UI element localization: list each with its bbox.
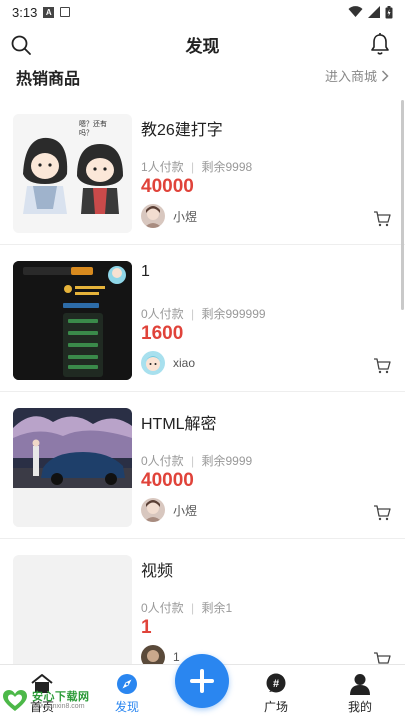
product-thumbnail xyxy=(13,555,132,664)
bell-icon xyxy=(371,33,389,55)
battery-icon xyxy=(385,5,393,18)
stock-count: 剩余9998 xyxy=(201,160,253,174)
wifi-icon xyxy=(348,6,363,17)
product-price: 1 xyxy=(141,617,152,638)
stats-separator: | xyxy=(191,601,195,615)
add-to-cart-button[interactable] xyxy=(373,505,391,521)
seller-name: 1 xyxy=(173,650,180,664)
hot-products-section-header: 热销商品 进入商城 xyxy=(0,62,405,88)
paid-count: 0人付款 xyxy=(141,307,184,321)
product-name: 视频 xyxy=(141,563,174,580)
seller-name: 小煜 xyxy=(173,503,198,518)
section-title: 热销商品 xyxy=(16,71,81,88)
product-list[interactable]: 嗯？还有吗？ 教26建打字 1人付款 | 剩余9998 40000 小煜 1 0… xyxy=(0,98,405,664)
cart-icon xyxy=(374,211,391,227)
seller-avatar xyxy=(141,498,165,522)
watermark-url: www.anxin8.com xyxy=(32,703,85,710)
seller-name: xiao xyxy=(173,356,196,370)
watermark-heart-icon xyxy=(3,690,27,711)
compass-icon xyxy=(117,674,137,694)
svg-text:#: # xyxy=(273,678,279,690)
page-title: 发现 xyxy=(185,37,220,56)
seller-avatar xyxy=(141,645,165,664)
nav-plaza[interactable]: # 广场 xyxy=(246,665,306,720)
product-name: 教26建打字 xyxy=(141,122,223,139)
seller-info[interactable]: xiao xyxy=(141,351,195,375)
paid-count: 0人付款 xyxy=(141,454,184,468)
seller-info[interactable]: 1 xyxy=(141,645,180,664)
product-item[interactable]: HTML解密 0人付款 | 剩余9999 40000 小煜 xyxy=(0,392,405,539)
notification-window-icon xyxy=(60,7,71,17)
nav-plaza-label: 广场 xyxy=(263,700,288,714)
watermark-title: 安心下载网 xyxy=(32,691,90,703)
product-price: 40000 xyxy=(141,176,194,197)
user-icon xyxy=(350,674,370,695)
cart-icon xyxy=(374,358,391,374)
notification-a-icon: A xyxy=(43,6,55,18)
paid-count: 0人付款 xyxy=(141,601,184,615)
product-stats: 0人付款 | 剩余9999 xyxy=(141,452,252,469)
create-post-button[interactable] xyxy=(175,654,229,708)
paid-count: 1人付款 xyxy=(141,160,184,174)
enter-mall-label: 进入商城 xyxy=(324,69,377,84)
stats-separator: | xyxy=(191,307,195,321)
stats-separator: | xyxy=(191,160,195,174)
product-name: HTML解密 xyxy=(141,416,217,433)
stock-count: 剩余999999 xyxy=(201,307,266,321)
seller-name: 小煜 xyxy=(173,209,198,224)
hashtag-icon: # xyxy=(266,673,286,693)
status-bar: 3:13 A xyxy=(0,0,405,24)
chevron-right-icon xyxy=(381,69,389,82)
scrollbar[interactable] xyxy=(401,100,404,310)
product-stats: 1人付款 | 剩余9998 xyxy=(141,158,252,175)
seller-avatar xyxy=(141,351,165,375)
product-item[interactable]: 1 0人付款 | 剩余999999 1600 xiao xyxy=(0,245,405,392)
enter-mall-link[interactable]: 进入商城 xyxy=(325,66,389,85)
nav-mine-label: 我的 xyxy=(347,700,372,714)
product-price: 1600 xyxy=(141,323,184,344)
stock-count: 剩余1 xyxy=(201,601,233,615)
stock-count: 剩余9999 xyxy=(201,454,253,468)
product-thumbnail: 嗯？还有吗？ xyxy=(13,114,132,233)
cart-icon xyxy=(374,652,391,664)
product-thumbnail xyxy=(13,408,132,527)
cart-icon xyxy=(374,505,391,521)
watermark: 安心下载网 www.anxin8.com xyxy=(0,686,110,716)
thumbnail-caption: 嗯？还有吗？ xyxy=(79,121,107,137)
seller-info[interactable]: 小煜 xyxy=(141,498,197,522)
notifications-button[interactable] xyxy=(369,32,391,56)
product-stats: 0人付款 | 剩余1 xyxy=(141,599,232,616)
product-price: 40000 xyxy=(141,470,194,491)
add-to-cart-button[interactable] xyxy=(373,211,391,227)
product-item[interactable]: 嗯？还有吗？ 教26建打字 1人付款 | 剩余9998 40000 小煜 xyxy=(0,98,405,245)
seller-avatar xyxy=(141,204,165,228)
add-to-cart-button[interactable] xyxy=(373,358,391,374)
product-name: 1 xyxy=(141,263,150,280)
stats-separator: | xyxy=(191,454,195,468)
seller-info[interactable]: 小煜 xyxy=(141,204,197,228)
product-thumbnail xyxy=(13,261,132,380)
add-to-cart-button[interactable] xyxy=(373,652,391,664)
product-stats: 0人付款 | 剩余999999 xyxy=(141,305,266,322)
product-item[interactable]: 视频 0人付款 | 剩余1 1 1 xyxy=(0,539,405,664)
nav-mine[interactable]: 我的 xyxy=(330,665,390,720)
app-header: 发现 xyxy=(0,24,405,64)
status-time: 3:13 xyxy=(12,4,38,20)
signal-icon xyxy=(368,6,380,18)
